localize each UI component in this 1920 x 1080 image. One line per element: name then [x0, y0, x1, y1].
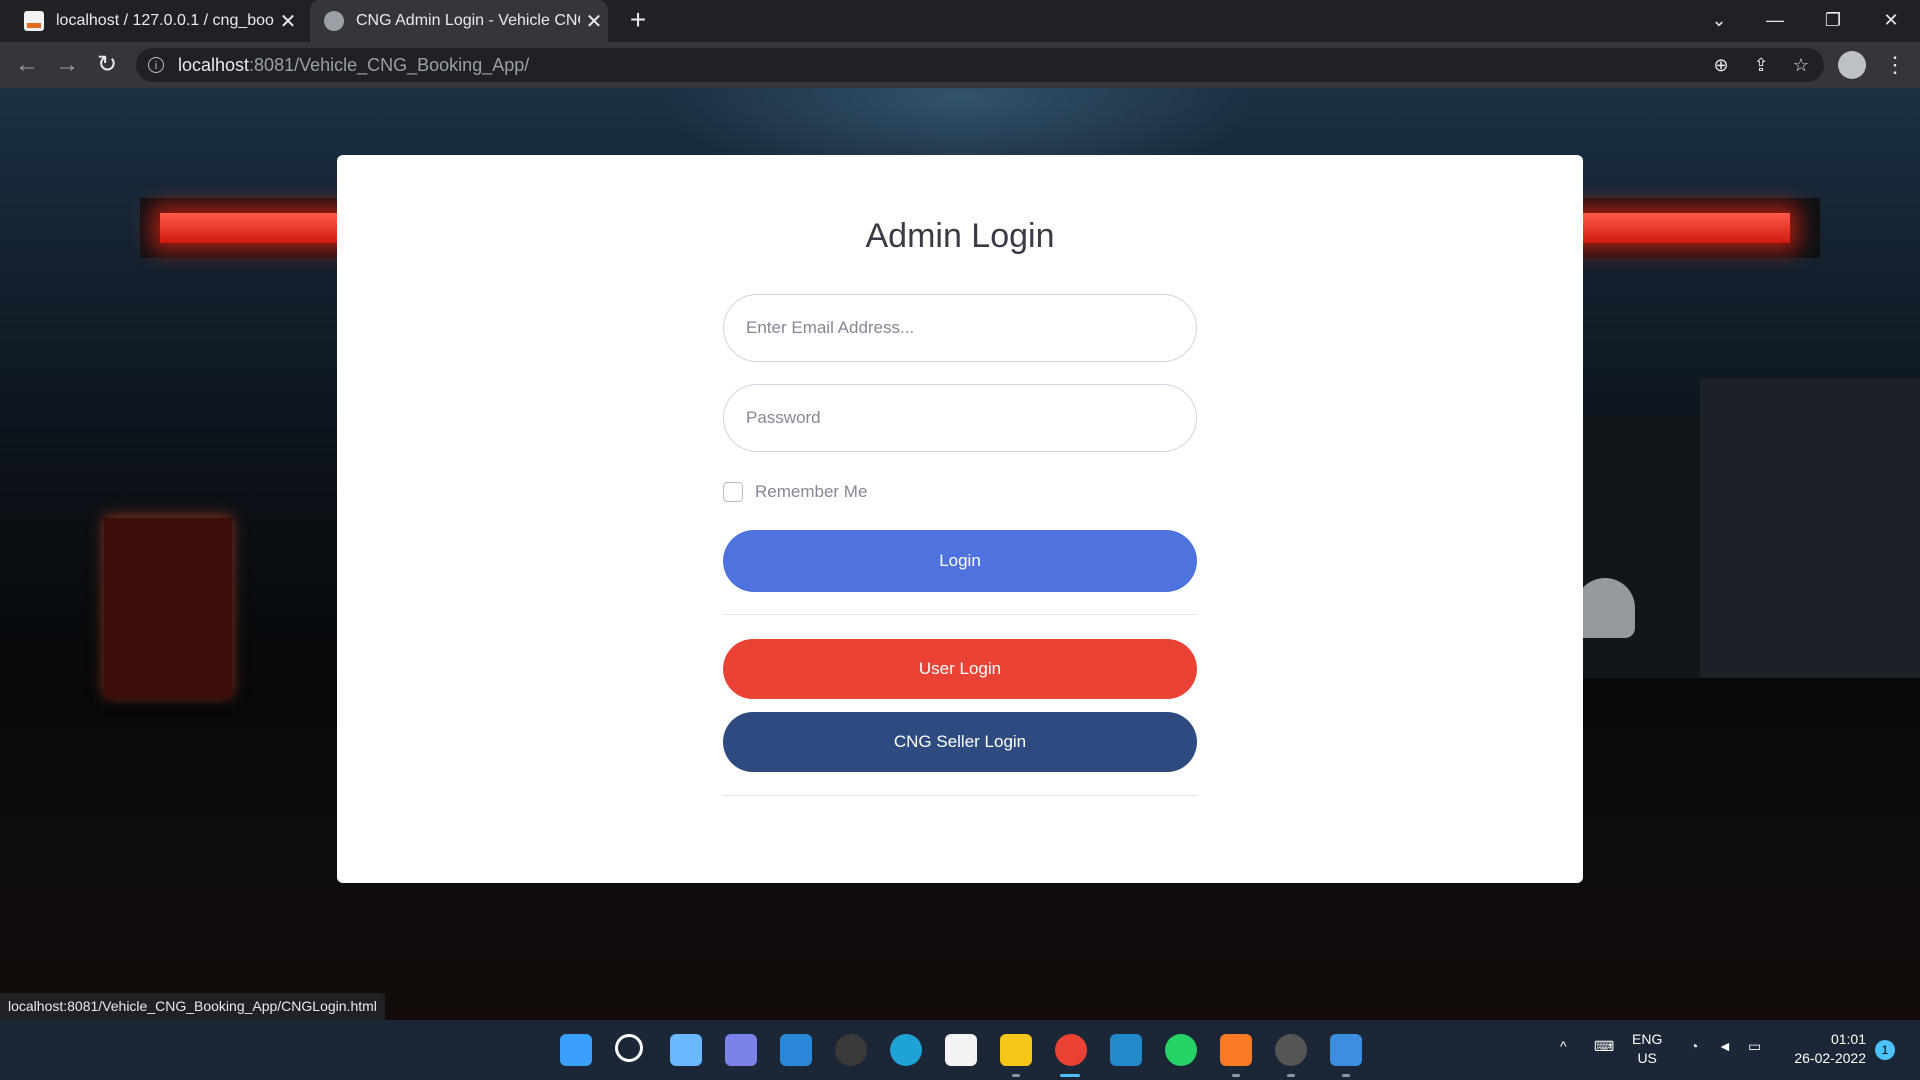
building — [1700, 378, 1920, 678]
forward-arrow-icon[interactable]: → — [50, 48, 84, 82]
kiosk — [104, 518, 232, 698]
running-indicator — [1287, 1074, 1295, 1077]
taskbar: ^ ⌨ ENG US ◔ ◄ ▭ 01:01 26-02-2022 — [0, 1020, 1920, 1080]
search-icon[interactable] — [615, 1034, 643, 1062]
tab-title: localhost / 127.0.0.1 / cng_bookin — [56, 12, 274, 29]
tab-phpmyadmin[interactable]: localhost / 127.0.0.1 / cng_bookin ✕ — [10, 0, 302, 42]
remember-me: Remember Me — [723, 480, 867, 504]
store-icon[interactable] — [945, 1034, 977, 1066]
language-region: US — [1637, 1050, 1657, 1066]
globe-favicon-icon — [324, 11, 344, 31]
browser-menu-icon[interactable]: ⋮ — [1880, 50, 1910, 80]
tab-close-icon[interactable]: ✕ — [580, 9, 608, 34]
zoom-icon[interactable]: ⊕ — [1704, 48, 1738, 82]
cng-seller-login-button[interactable]: CNG Seller Login — [723, 712, 1197, 772]
reload-icon[interactable]: ↻ — [90, 48, 124, 82]
wifi-icon[interactable]: ◔ — [1690, 1038, 1698, 1054]
minimize-icon[interactable]: — — [1748, 0, 1802, 42]
user-login-button[interactable]: User Login — [723, 639, 1197, 699]
site-info-icon[interactable]: i — [148, 57, 164, 73]
new-tab-button[interactable]: + — [622, 4, 654, 36]
restore-icon[interactable]: ❐ — [1806, 0, 1860, 42]
browser-toolbar: ← → ↻ i localhost:8081/Vehicle_CNG_Booki… — [0, 42, 1920, 88]
clock-time: 01:01 — [1830, 1031, 1866, 1047]
login-card: Admin Login Remember Me Login User Login… — [337, 155, 1583, 883]
login-button[interactable]: Login — [723, 530, 1197, 592]
password-field[interactable] — [723, 384, 1197, 452]
keyboard-icon[interactable]: ⌨ — [1594, 1038, 1614, 1055]
tab-title: CNG Admin Login - Vehicle CNG — [356, 12, 580, 29]
address-bar[interactable]: i localhost:8081/Vehicle_CNG_Booking_App… — [136, 48, 1824, 82]
link-status-bar: localhost:8081/Vehicle_CNG_Booking_App/C… — [0, 993, 385, 1020]
close-window-icon[interactable]: ✕ — [1864, 0, 1918, 42]
whatsapp-icon[interactable] — [1165, 1034, 1197, 1066]
file-explorer-icon[interactable] — [1000, 1034, 1032, 1066]
share-icon[interactable]: ⇪ — [1744, 48, 1778, 82]
phpmyadmin-favicon-icon — [24, 11, 44, 31]
language-indicator[interactable]: ENG US — [1632, 1030, 1662, 1068]
language-code: ENG — [1632, 1031, 1663, 1047]
divider — [723, 795, 1197, 796]
mail-icon[interactable] — [780, 1034, 812, 1066]
tab-close-icon[interactable]: ✕ — [274, 9, 302, 34]
widgets-icon[interactable] — [670, 1034, 702, 1066]
building-dark — [1580, 418, 1720, 678]
start-windows-icon[interactable] — [560, 1034, 592, 1066]
tab-search-chevron-icon[interactable]: ⌄ — [1692, 0, 1746, 42]
settings-gear-icon[interactable] — [1275, 1034, 1307, 1066]
back-arrow-icon[interactable]: ← — [10, 48, 44, 82]
chrome-icon[interactable] — [1055, 1034, 1087, 1066]
running-indicator — [1012, 1074, 1020, 1077]
running-indicator — [1342, 1074, 1350, 1077]
media-player-icon[interactable] — [835, 1034, 867, 1066]
clock[interactable]: 01:01 26-02-2022 — [1786, 1030, 1866, 1068]
teams-chat-icon[interactable] — [725, 1034, 757, 1066]
page-title: Admin Login — [865, 217, 1055, 255]
notification-badge[interactable]: 1 — [1875, 1040, 1895, 1060]
edge-icon[interactable] — [890, 1034, 922, 1066]
vscode-icon[interactable] — [1110, 1034, 1142, 1066]
email-field[interactable] — [723, 294, 1197, 362]
battery-icon[interactable]: ▭ — [1748, 1038, 1761, 1055]
tab-cng-admin-login[interactable]: CNG Admin Login - Vehicle CNG ✕ — [310, 0, 608, 42]
address-url[interactable]: localhost:8081/Vehicle_CNG_Booking_App/ — [178, 48, 529, 82]
divider — [723, 614, 1197, 615]
car — [1575, 578, 1635, 638]
clock-date: 26-02-2022 — [1794, 1050, 1866, 1066]
bookmark-star-icon[interactable]: ☆ — [1784, 48, 1818, 82]
remember-me-checkbox[interactable] — [723, 482, 743, 502]
show-hidden-icons-chevron-icon[interactable]: ^ — [1560, 1038, 1567, 1054]
active-indicator — [1060, 1074, 1080, 1077]
running-indicator — [1232, 1074, 1240, 1077]
remember-me-label[interactable]: Remember Me — [755, 482, 867, 502]
browser-tab-strip: localhost / 127.0.0.1 / cng_bookin ✕ CNG… — [0, 0, 1920, 42]
photos-icon[interactable] — [1330, 1034, 1362, 1066]
xampp-icon[interactable] — [1220, 1034, 1252, 1066]
volume-icon[interactable]: ◄ — [1718, 1038, 1732, 1054]
profile-avatar-icon[interactable] — [1838, 51, 1866, 79]
